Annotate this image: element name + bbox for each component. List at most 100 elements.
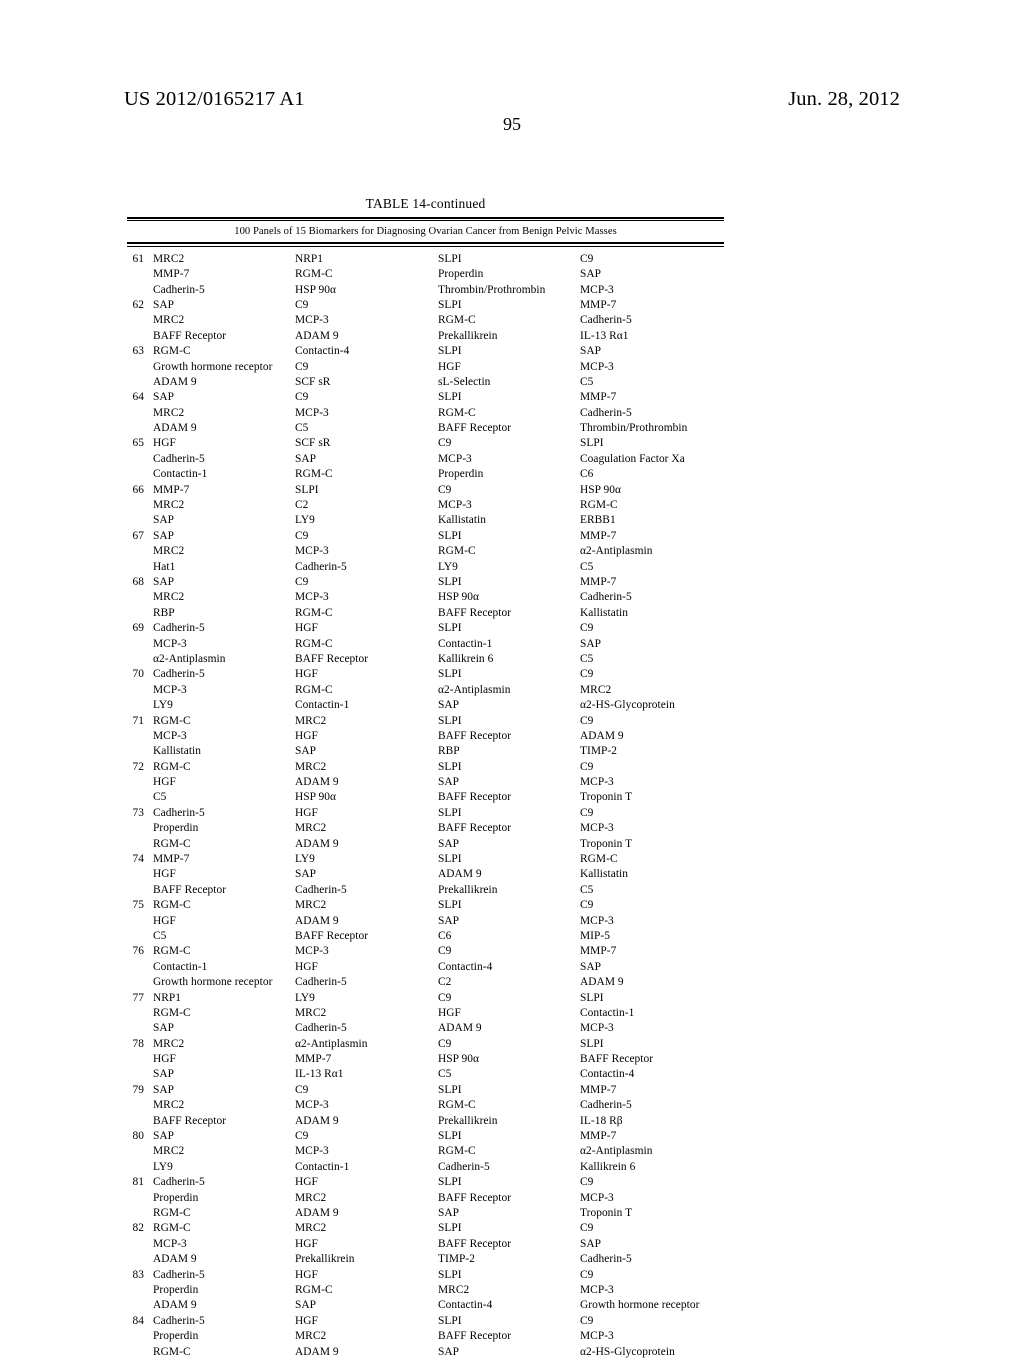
biomarker-cell: SAP	[153, 1022, 175, 1035]
biomarker-cell: Prekallikrein	[438, 329, 498, 342]
biomarker-cell: RGM-C	[295, 637, 333, 650]
table-row: MRC2 MCP-3 RGM-C α2-Antiplasmin	[127, 544, 724, 559]
biomarker-cell: Cadherin-5	[153, 806, 205, 819]
table-row: 84 Cadherin-5 HGF SLPI C9	[127, 1314, 724, 1329]
biomarker-cell: α2-Antiplasmin	[438, 683, 511, 696]
biomarker-cell: SLPI	[438, 1130, 462, 1143]
biomarker-cell: Cadherin-5	[438, 1160, 490, 1173]
biomarker-cell: MRC2	[153, 314, 185, 327]
biomarker-cell: BAFF Receptor	[295, 652, 369, 665]
biomarker-cell: ADAM 9	[153, 1299, 197, 1312]
biomarker-cell: RGM-C	[153, 760, 191, 773]
panel-index: 69	[132, 622, 144, 635]
table-row: RGM-C ADAM 9 SAP α2-HS-Glycoprotein	[127, 1345, 724, 1360]
biomarker-cell: ADAM 9	[295, 329, 339, 342]
table-row: MCP-3 HGF BAFF Receptor SAP	[127, 1237, 724, 1252]
biomarker-cell: MMP-7	[580, 575, 617, 588]
biomarker-cell: C9	[295, 298, 309, 311]
panel-index-spacer	[127, 375, 153, 390]
table-row: 75 RGM-C MRC2 SLPI C9	[127, 898, 724, 913]
biomarker-cell: SLPI	[438, 1083, 462, 1096]
panel-index-spacer	[127, 544, 153, 559]
table-row: 83 Cadherin-5 HGF SLPI C9	[127, 1268, 724, 1283]
table-row: C5 HSP 90α BAFF Receptor Troponin T	[127, 790, 724, 805]
panel-row: 74 MMP-7 LY9 SLPI RGM-C HGF SAP ADAM 9 Kallistat…	[127, 852, 724, 898]
panel-index: 66	[132, 483, 144, 496]
biomarker-cell: Growth hormone receptor	[153, 360, 273, 373]
biomarker-cell: IL-13 Rα1	[580, 329, 629, 342]
table-row: MCP-3 RGM-C α2-Antiplasmin MRC2	[127, 683, 724, 698]
panel-index-spacer	[127, 560, 153, 575]
biomarker-cell: Prekallikrein	[438, 1114, 498, 1127]
biomarker-cell: MMP-7	[580, 1130, 617, 1143]
table-row: 69 Cadherin-5 HGF SLPI C9	[127, 621, 724, 636]
table-row: MRC2 MCP-3 RGM-C α2-Antiplasmin	[127, 1144, 724, 1159]
biomarker-cell: BAFF Receptor	[153, 883, 227, 896]
biomarker-cell: HGF	[438, 1006, 461, 1019]
table-row: C5 BAFF Receptor C6 MIP-5	[127, 929, 724, 944]
table-row: 71 RGM-C MRC2 SLPI C9	[127, 714, 724, 729]
panel-index: 80	[132, 1130, 144, 1143]
panel-index-spacer	[127, 1114, 153, 1129]
biomarker-cell: MCP-3	[580, 360, 614, 373]
biomarker-cell: SLPI	[295, 483, 319, 496]
biomarker-cell: ADAM 9	[438, 868, 482, 881]
biomarker-cell: SAP	[295, 745, 317, 758]
biomarker-cell: HSP 90α	[580, 483, 622, 496]
panel-index: 63	[132, 345, 144, 358]
panel-row: 66 MMP-7 SLPI C9 HSP 90α MRC2 C2 MCP-3 RGM-C SAP L…	[127, 483, 724, 529]
biomarker-cell: RBP	[438, 745, 460, 758]
biomarker-cell: SLPI	[438, 391, 462, 404]
biomarker-cell: Cadherin-5	[295, 883, 347, 896]
biomarker-cell: Properdin	[153, 1283, 199, 1296]
panel-index-spacer	[127, 1006, 153, 1021]
biomarker-cell: C2	[438, 976, 452, 989]
table-row: 78 MRC2 α2-Antiplasmin C9 SLPI	[127, 1037, 724, 1052]
biomarker-cell: MCP-3	[295, 945, 329, 958]
panel-index-spacer	[127, 1298, 153, 1313]
biomarker-cell: SLPI	[438, 806, 462, 819]
biomarker-cell: MCP-3	[580, 1191, 614, 1204]
biomarker-cell: SAP	[153, 529, 175, 542]
biomarker-cell: MCP-3	[580, 1022, 614, 1035]
panel-index-spacer	[127, 698, 153, 713]
biomarker-cell: C9	[438, 1037, 452, 1050]
biomarker-cell: ADAM 9	[153, 1253, 197, 1266]
biomarker-cell: ADAM 9	[295, 1207, 339, 1219]
table-row: HGF MMP-7 HSP 90α BAFF Receptor	[127, 1052, 724, 1067]
table-row: ADAM 9 SCF sR sL-Selectin C5	[127, 375, 724, 390]
biomarker-cell: SLPI	[438, 760, 462, 773]
panel-index-spacer	[127, 1283, 153, 1298]
panel-index-spacer	[127, 1252, 153, 1267]
panel-index: 67	[132, 529, 144, 542]
biomarker-cell: MCP-3	[295, 314, 329, 327]
biomarker-cell: ERBB1	[580, 514, 616, 527]
biomarker-cell: SLPI	[438, 622, 462, 635]
biomarker-cell: LY9	[153, 1160, 173, 1173]
panel-index-spacer	[127, 637, 153, 652]
panel-index-spacer	[127, 360, 153, 375]
biomarker-cell: Thrombin/Prothrombin	[438, 283, 546, 296]
biomarker-cell: MRC2	[153, 1145, 185, 1158]
biomarker-cell: Kallistatin	[580, 868, 629, 881]
biomarker-cell: SAP	[153, 514, 175, 527]
biomarker-cell: Cadherin-5	[295, 976, 347, 989]
panel-index-spacer	[127, 406, 153, 421]
table-row: α2-Antiplasmin BAFF Receptor Kallikrein 6 C…	[127, 652, 724, 667]
biomarker-cell: ADAM 9	[580, 976, 624, 989]
table-row: MCP-3 HGF BAFF Receptor ADAM 9	[127, 729, 724, 744]
table-title: TABLE 14-continued	[365, 196, 486, 211]
biomarker-cell: Contactin-4	[580, 1068, 635, 1081]
panel-row: 75 RGM-C MRC2 SLPI C9 HGF ADAM 9 SAP MCP-3 C5 BAFF…	[127, 898, 724, 944]
biomarker-cell: RGM-C	[295, 1283, 333, 1296]
table-row: HGF ADAM 9 SAP MCP-3	[127, 775, 724, 790]
biomarker-cell: MCP-3	[153, 729, 187, 742]
biomarker-cell: C5	[295, 422, 309, 435]
biomarker-cell: BAFF Receptor	[153, 329, 227, 342]
biomarker-cell: LY9	[295, 853, 315, 866]
biomarker-cell: MMP-7	[153, 853, 190, 866]
biomarker-cell: C9	[438, 437, 452, 450]
biomarker-cell: MCP-3	[580, 822, 614, 835]
panel-row: 80 SAP C9 SLPI MMP-7 MRC2 MCP-3 RGM-C α2-Antipla…	[127, 1129, 724, 1175]
biomarker-cell: α2-Antiplasmin	[580, 545, 653, 558]
